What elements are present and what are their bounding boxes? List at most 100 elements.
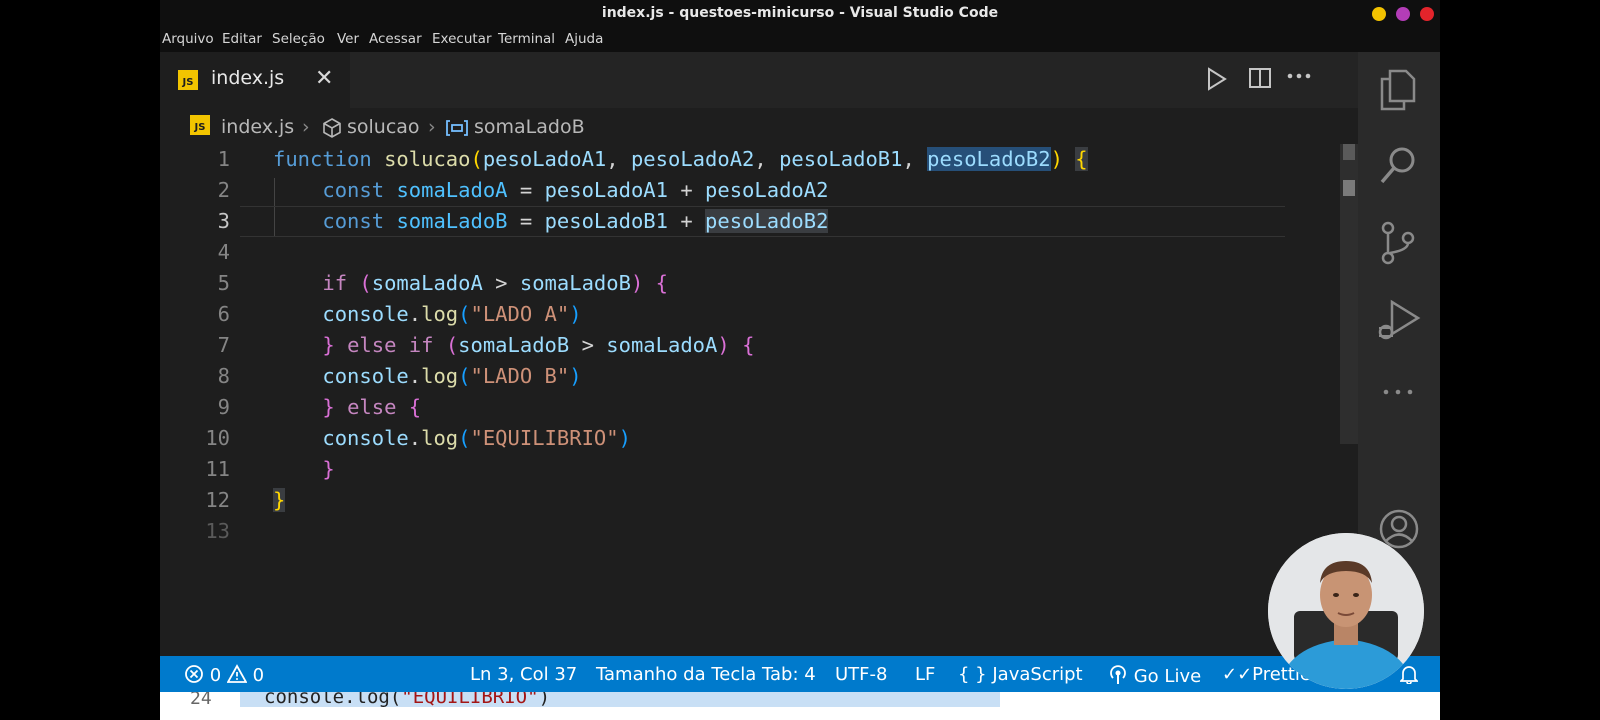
explorer-icon[interactable] [1378,68,1418,116]
menu-ajuda[interactable]: Ajuda [565,31,603,47]
code-line-1: 1 function solucao(pesoLadoA1, pesoLadoA… [160,144,1358,175]
line-number: 5 [217,271,230,295]
status-bar: 0 0 Ln 3, Col 37 Tamanho da Tecla Tab: 4… [160,656,1440,692]
menu-selecao[interactable]: Seleção [272,31,325,47]
code-line-13: 13 [160,516,1358,547]
warning-count: 0 [252,665,265,686]
line-number: 2 [217,178,230,202]
breadcrumb-file[interactable]: index.js [221,116,294,138]
breadcrumb: JS index.js › solucao › somaLadoB [160,108,1358,144]
code-text: } else { [322,395,422,419]
minimap-marker [1343,144,1355,160]
code-text: console.log("EQUILIBRIO") [322,426,631,450]
js-file-icon: JS [178,70,198,90]
code-text: } [273,488,286,512]
js-file-icon: JS [190,115,210,135]
go-live-button[interactable]: Go Live [1108,664,1201,687]
minimize-button[interactable] [1372,7,1386,21]
source-control-icon[interactable] [1378,220,1418,270]
menu-terminal[interactable]: Terminal [498,31,555,47]
code-text: console.log("EQUILIBRIO") [264,692,550,708]
double-check-icon: ✓✓ [1222,664,1253,685]
code-line-7: 7 } else if (somaLadoB > somaLadoA) { [160,330,1358,361]
line-number: 9 [217,395,230,419]
code-string: "EQUILIBRIO" [401,692,539,708]
code-text: } [322,457,335,481]
code-text: const somaLadoA = pesoLadoA1 + pesoLadoA… [322,178,829,202]
breadcrumb-variable[interactable]: somaLadoB [474,116,585,138]
line-number: 12 [205,488,230,512]
code-text: function solucao(pesoLadoA1, pesoLadoA2,… [273,147,1088,171]
chevron-right-icon: › [428,116,436,138]
line-number: 3 [217,209,230,233]
breadcrumb-function[interactable]: solucao [347,116,420,138]
code-line-8: 8 console.log("LADO B") [160,361,1358,392]
tab-index-js[interactable]: JS index.js ✕ [160,52,350,108]
line-number: 8 [217,364,230,388]
maximize-button[interactable] [1396,7,1410,21]
code-line-2: 2 const somaLadoA = pesoLadoA1 + pesoLad… [160,175,1358,206]
language-label: JavaScript [992,664,1083,685]
cursor-position[interactable]: Ln 3, Col 37 [470,664,577,685]
window-title: index.js - questoes-minicurso - Visual S… [601,5,999,21]
code-line-12: 12 } [160,485,1358,516]
code-suffix: ) [538,692,551,708]
error-count: 0 [209,665,222,686]
broadcast-icon [1110,665,1126,684]
code-line-3: 3 const somaLadoB = pesoLadoB1 + pesoLad… [160,206,1358,237]
encoding[interactable]: UTF-8 [835,664,887,685]
more-actions-icon[interactable] [1286,66,1312,90]
line-number: 1 [217,147,230,171]
line-number: 10 [205,426,230,450]
language-mode[interactable]: { } JavaScript [958,664,1083,685]
menu-acessar[interactable]: Acessar [369,31,422,47]
code-text: console.log("LADO A") [322,302,582,326]
line-number: 13 [205,519,230,543]
menu-bar: Arquivo Editar Seleção Ver Acessar Execu… [160,26,1440,52]
code-text: const somaLadoB = pesoLadoB1 + pesoLadoB… [322,209,829,233]
chevron-right-icon: › [302,116,310,138]
code-line-11: 11 } [160,454,1358,485]
close-window-button[interactable] [1420,7,1434,21]
line-number: 24 [190,692,212,709]
code-line-10: 10 console.log("EQUILIBRIO") [160,423,1358,454]
tab-size[interactable]: Tamanho da Tecla Tab: 4 [596,664,816,685]
error-icon [185,665,203,683]
code-line-4: 4 [160,237,1358,268]
menu-ver[interactable]: Ver [337,31,359,47]
variable-icon [444,118,470,142]
menu-executar[interactable]: Executar [432,31,492,47]
code-line-6: 6 console.log("LADO A") [160,299,1358,330]
code-text: if (somaLadoA > somaLadoB) { [322,271,668,295]
vscode-window: index.js - questoes-minicurso - Visual S… [160,0,1440,720]
editor-tab-bar: JS index.js ✕ [160,52,1358,108]
split-editor-icon[interactable] [1248,67,1272,93]
problems-indicator[interactable]: 0 0 [184,664,264,686]
close-icon[interactable]: ✕ [315,66,333,91]
method-icon [321,117,343,143]
terminal-preview: 24 console.log("EQUILIBRIO") [160,692,1440,720]
menu-arquivo[interactable]: Arquivo [162,31,214,47]
webcam-overlay [1268,533,1424,689]
bell-icon[interactable] [1398,664,1420,689]
more-views-icon[interactable] [1378,382,1418,406]
presenter-avatar [1268,533,1424,689]
search-icon[interactable] [1378,144,1418,192]
warning-icon [226,664,248,683]
line-number: 11 [205,457,230,481]
run-debug-icon[interactable] [1378,298,1422,348]
code-line-5: 5 if (somaLadoA > somaLadoB) { [160,268,1358,299]
tab-label: index.js [211,67,285,89]
line-number: 7 [217,333,230,357]
code-editor[interactable]: 1 function solucao(pesoLadoA1, pesoLadoA… [160,144,1358,656]
run-icon[interactable] [1206,67,1228,95]
end-of-line[interactable]: LF [915,664,935,685]
code-prefix: console.log( [264,692,402,708]
minimap-marker [1343,180,1355,196]
code-line-9: 9 } else { [160,392,1358,423]
line-number: 4 [217,240,230,264]
braces-icon: { } [958,664,987,685]
menu-editar[interactable]: Editar [222,31,262,47]
title-bar: index.js - questoes-minicurso - Visual S… [160,0,1440,26]
code-text: console.log("LADO B") [322,364,582,388]
